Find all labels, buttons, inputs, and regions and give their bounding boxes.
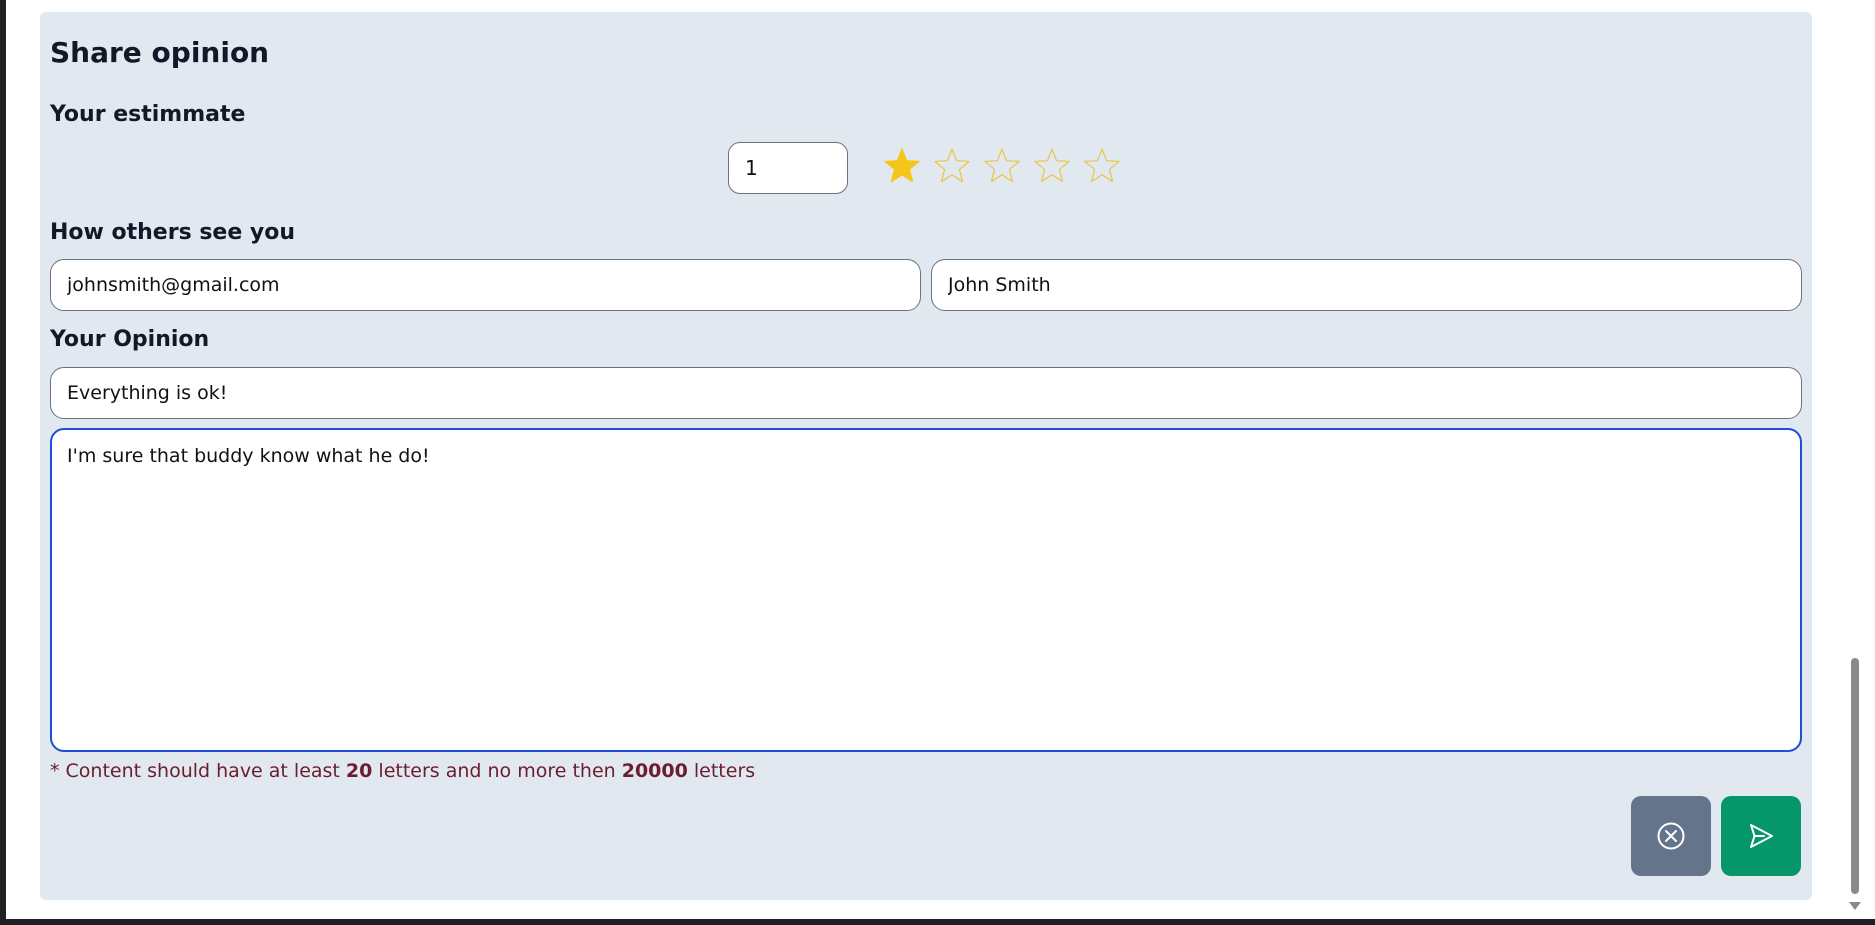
rating-number-input[interactable] (728, 142, 848, 194)
note-prefix: * Content should have at least (50, 760, 346, 782)
note-middle: letters and no more then (372, 760, 622, 782)
content-length-note: * Content should have at least 20 letter… (50, 760, 755, 782)
window-frame-left (0, 0, 6, 925)
window-frame-bottom (0, 919, 1875, 925)
identity-label: How others see you (50, 220, 296, 245)
scrollbar-thumb[interactable] (1851, 658, 1859, 894)
star-icon[interactable] (932, 146, 972, 186)
opinion-body-textarea[interactable]: I'm sure that buddy know what he do! (50, 428, 1802, 752)
cancel-button[interactable] (1631, 796, 1711, 876)
circle-x-icon (1657, 822, 1685, 850)
paper-plane-icon (1750, 824, 1773, 848)
estimate-label: Your estimmate (50, 102, 246, 127)
email-field[interactable] (50, 259, 921, 311)
note-min-value: 20 (345, 760, 373, 782)
scroll-down-arrow-icon[interactable] (1849, 902, 1861, 910)
star-icon[interactable] (1082, 146, 1122, 186)
note-max-value: 20000 (621, 760, 688, 782)
page-title: Share opinion (50, 36, 270, 69)
note-suffix: letters (687, 760, 756, 782)
star-icon[interactable] (1032, 146, 1072, 186)
opinion-label: Your Opinion (50, 327, 210, 352)
star-icon[interactable] (982, 146, 1022, 186)
send-button[interactable] (1721, 796, 1801, 876)
opinion-title-field[interactable] (50, 367, 1802, 419)
star-rating[interactable] (882, 146, 1122, 186)
name-field[interactable] (931, 259, 1802, 311)
star-icon[interactable] (882, 146, 922, 186)
